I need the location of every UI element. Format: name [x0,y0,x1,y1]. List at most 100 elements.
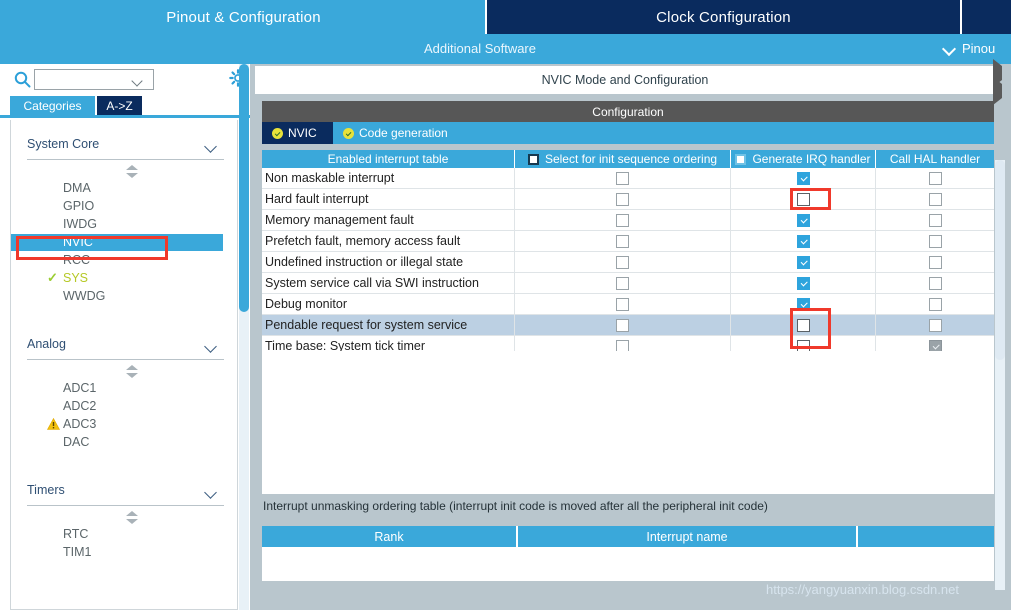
table-row[interactable]: System service call via SWI instruction [262,273,994,294]
sidebar-item-label: ADC2 [63,399,97,413]
select-init-checkbox[interactable] [616,318,629,332]
generate-irq-checkbox[interactable] [796,171,810,185]
tab-categories[interactable]: Categories [10,96,95,115]
cell-call-hal[interactable] [876,168,994,188]
cell-generate-irq[interactable] [731,231,876,251]
search-input[interactable] [34,69,154,90]
scroll-spinner[interactable] [126,364,139,379]
select-init-checkbox[interactable] [616,255,629,269]
sidebar-item-tim1[interactable]: TIM1 [11,544,223,561]
sidebar-item-wwdg[interactable]: WWDG [11,288,223,305]
call-hal-checkbox[interactable] [928,171,942,185]
call-hal-checkbox[interactable] [928,192,942,206]
cell-generate-irq[interactable] [731,252,876,272]
interrupt-name: Pendable request for system service [262,315,515,335]
sidebar-item-adc1[interactable]: ADC1 [11,380,223,397]
tab-clock-configuration[interactable]: Clock Configuration [487,0,960,34]
generate-irq-checkbox[interactable] [796,276,810,290]
sidebar-item-adc2[interactable]: ADC2 [11,398,223,415]
table-row[interactable]: Memory management fault [262,210,994,231]
cell-call-hal[interactable] [876,273,994,293]
table-row[interactable]: Undefined instruction or illegal state [262,252,994,273]
sidebar-item-dma[interactable]: DMA [11,180,223,197]
tab-code-generation[interactable]: Code generation [333,122,476,144]
table-row[interactable]: Pendable request for system service [262,315,994,336]
select-all-irq-checkbox[interactable] [735,153,747,165]
table-row[interactable]: Debug monitor [262,294,994,315]
table-row[interactable]: Non maskable interrupt [262,168,994,189]
sidebar-item-gpio[interactable]: GPIO [11,198,223,215]
column-header-call-hal-handler[interactable]: Call HAL handler [876,150,994,168]
generate-irq-checkbox[interactable] [796,213,810,227]
cell-call-hal[interactable] [876,294,994,314]
select-init-checkbox[interactable] [616,192,629,206]
column-header-blank[interactable] [858,526,994,547]
generate-irq-checkbox[interactable] [796,234,810,248]
tab-nvic[interactable]: NVIC [262,122,333,144]
cell-select-init[interactable] [515,315,731,335]
call-hal-checkbox[interactable] [928,276,942,290]
cell-call-hal[interactable] [876,315,994,335]
cell-select-init[interactable] [515,294,731,314]
cell-select-init[interactable] [515,210,731,230]
scroll-spinner[interactable] [126,510,139,525]
select-all-init-checkbox[interactable] [527,153,539,165]
sidebar-scrollbar-thumb[interactable] [239,64,249,312]
select-init-checkbox[interactable] [616,213,629,227]
nvic-mode-header: NVIC Mode and Configuration [255,66,995,94]
tab-overflow-stub[interactable] [962,0,1011,34]
group-analog[interactable]: Analog [19,332,224,360]
cell-generate-irq[interactable] [731,210,876,230]
column-header-enabled-interrupt-table[interactable]: Enabled interrupt table [262,150,515,168]
tab-a-to-z[interactable]: A->Z [97,96,142,115]
cell-call-hal[interactable] [876,252,994,272]
call-hal-checkbox[interactable] [928,234,942,248]
column-header-interrupt-name[interactable]: Interrupt name [518,526,858,547]
scroll-right-arrow-bottom[interactable] [993,77,1005,105]
call-hal-checkbox[interactable] [928,297,942,311]
sidebar-item-sys[interactable]: ✓ SYS [11,270,223,287]
tab-pinout-configuration[interactable]: Pinout & Configuration [0,0,487,34]
cell-select-init[interactable] [515,273,731,293]
column-header-select-init-sequence[interactable]: Select for init sequence ordering [515,150,731,168]
sidebar-item-adc3[interactable]: ADC3 [11,416,223,433]
spinner-up-icon [126,365,138,370]
nvic-mode-header-label: NVIC Mode and Configuration [541,73,709,87]
cell-call-hal[interactable] [876,189,994,209]
additional-software-tab[interactable]: Additional Software [0,34,960,62]
cell-call-hal[interactable] [876,210,994,230]
sidebar-item-rtc[interactable]: RTC [11,526,223,543]
select-init-checkbox[interactable] [616,234,629,248]
cell-generate-irq[interactable] [731,273,876,293]
select-init-checkbox[interactable] [616,276,629,290]
cell-select-init[interactable] [515,168,731,188]
column-header-generate-irq-handler[interactable]: Generate IRQ handler [731,150,876,168]
column-header-label: Enabled interrupt table [327,152,449,166]
pinout-dropdown-button[interactable]: Pinou [944,34,995,62]
annotation-highlight-hard-fault [790,188,831,210]
cell-generate-irq[interactable] [731,168,876,188]
interrupt-table: Enabled interrupt table Select for init … [262,150,994,357]
table-row[interactable]: Prefetch fault, memory access fault [262,231,994,252]
column-header-rank[interactable]: Rank [262,526,518,547]
group-timers[interactable]: Timers [19,478,224,506]
table-row[interactable]: Hard fault interrupt [262,189,994,210]
unmasking-table-body [262,547,994,581]
sidebar-item-dac[interactable]: DAC [11,434,223,451]
call-hal-checkbox[interactable] [928,318,942,332]
select-init-checkbox[interactable] [616,297,629,311]
group-system-core[interactable]: System Core [19,132,224,160]
sidebar-item-iwdg[interactable]: IWDG [11,216,223,233]
generate-irq-checkbox[interactable] [796,255,810,269]
config-scrollbar-thumb[interactable] [995,160,1005,360]
interrupt-name: Prefetch fault, memory access fault [262,231,515,251]
interrupt-name: Non maskable interrupt [262,168,515,188]
select-init-checkbox[interactable] [616,171,629,185]
cell-select-init[interactable] [515,189,731,209]
call-hal-checkbox[interactable] [928,213,942,227]
cell-call-hal[interactable] [876,231,994,251]
cell-select-init[interactable] [515,231,731,251]
cell-select-init[interactable] [515,252,731,272]
call-hal-checkbox[interactable] [928,255,942,269]
scroll-spinner[interactable] [126,164,139,179]
